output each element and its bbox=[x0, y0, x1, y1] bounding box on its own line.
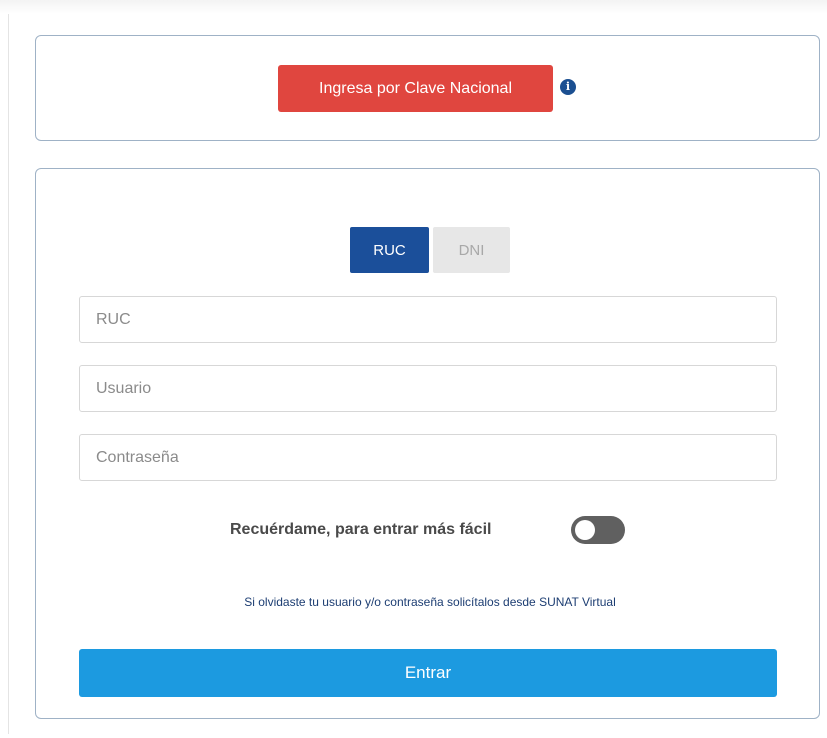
remember-me-toggle[interactable] bbox=[571, 516, 625, 544]
info-icon[interactable]: i bbox=[560, 79, 576, 95]
forgot-credentials-text: Si olvidaste tu usuario y/o contraseña s… bbox=[244, 595, 616, 609]
clave-nacional-button[interactable]: Ingresa por Clave Nacional bbox=[278, 65, 553, 112]
left-divider bbox=[8, 14, 9, 734]
top-shade bbox=[0, 0, 827, 14]
enter-button[interactable]: Entrar bbox=[79, 649, 777, 697]
usuario-input[interactable] bbox=[79, 365, 777, 412]
password-input[interactable] bbox=[79, 434, 777, 481]
tab-dni[interactable]: DNI bbox=[433, 227, 510, 273]
remember-me-label: Recuérdame, para entrar más fácil bbox=[230, 521, 492, 538]
tab-ruc[interactable]: RUC bbox=[350, 227, 429, 273]
ruc-input[interactable] bbox=[79, 296, 777, 343]
toggle-knob bbox=[575, 520, 595, 540]
